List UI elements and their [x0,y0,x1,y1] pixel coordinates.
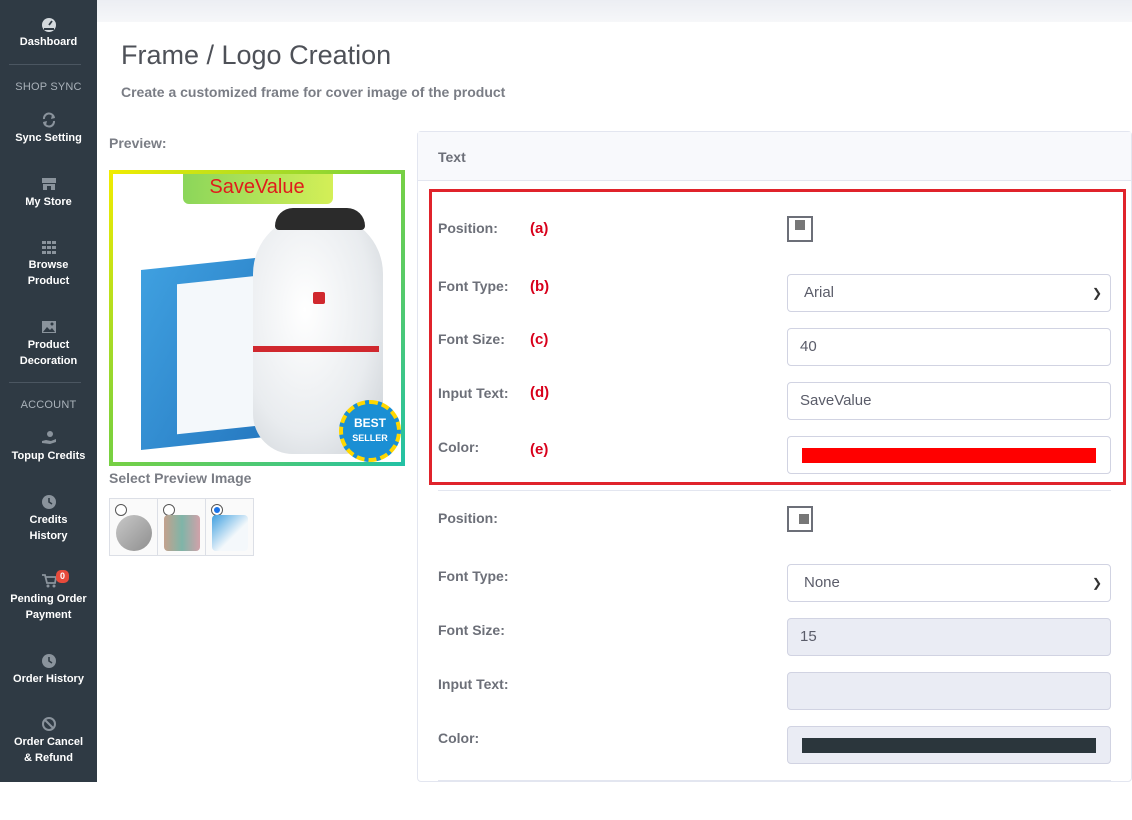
sidebar-heading-account: ACCOUNT [20,399,77,411]
preview-image: SaveValue BEST SELLER [113,174,401,462]
best-seller-seal: BEST SELLER [339,400,401,462]
color-label: Color: [438,730,480,746]
font-size-input[interactable]: 40 [787,328,1111,366]
product-device-top [275,208,365,230]
font-type-value: Arial [804,284,835,301]
position-picker[interactable] [787,216,813,242]
font-type-label: Font Type: [438,278,509,294]
sidebar-divider [9,382,81,383]
sidebar-item-order-cancel-refund[interactable]: Order Cancel & Refund [0,716,97,766]
marker-a: (a) [530,220,549,237]
thumbnail-picture [116,515,152,551]
font-size-input[interactable]: 15 [787,618,1111,656]
tachometer-icon [41,18,56,32]
seal-text: SELLER [352,433,388,443]
thumbnail-radio[interactable] [115,504,127,516]
sidebar-item-label: Payment [25,609,72,621]
font-type-select[interactable]: None ❯ [787,564,1111,602]
ban-icon [41,717,56,731]
font-size-label: Font Size: [438,331,505,347]
preview-label: Preview: [109,135,167,151]
pending-count-badge: 0 [56,570,70,583]
select-preview-label: Select Preview Image [109,470,252,486]
input-text-label: Input Text: [438,676,509,692]
preview-image-frame: SaveValue BEST SELLER [109,170,405,466]
sidebar-item-label: Browse [28,259,69,271]
sidebar-item-my-store[interactable]: My Store [0,176,97,210]
sidebar-item-browse-product[interactable]: Browse Product [0,239,97,289]
sidebar-item-sync-setting[interactable]: Sync Setting [0,112,97,146]
grid-icon [41,241,56,254]
color-swatch [802,448,1096,463]
section-divider [438,490,1111,491]
card-header: Text [418,132,1131,181]
sidebar-item-label: Decoration [19,355,78,367]
sidebar-item-label: Product [27,275,70,287]
card-header-title: Text [438,149,466,165]
sidebar-heading-shop-sync: SHOP SYNC [15,81,82,93]
sidebar-item-label: Order History [13,673,84,685]
font-size-label: Font Size: [438,622,505,638]
font-type-select[interactable]: Arial ❯ [787,274,1111,312]
sidebar-item-label: Sync Setting [15,132,82,144]
thumbnail-picture [164,515,200,551]
sidebar-item-label: Credits [29,514,68,526]
sidebar-item-pending-order-payment[interactable]: 0 Pending Order Payment [0,570,97,623]
font-type-value: None [804,574,840,591]
marker-b: (b) [530,278,550,295]
preview-thumbnail[interactable] [109,498,158,556]
preview-thumbnails [109,498,254,556]
position-label: Position: [438,510,498,526]
page-subtitle: Create a customized frame for cover imag… [121,84,506,100]
chevron-down-icon: ❯ [1091,576,1102,590]
font-type-label: Font Type: [438,568,509,584]
color-picker[interactable] [787,436,1111,474]
color-picker[interactable] [787,726,1111,764]
color-swatch [802,738,1096,753]
clock-icon [41,495,56,509]
position-picker[interactable] [787,506,813,532]
section-divider [438,780,1111,781]
cart-icon [41,574,57,588]
sidebar-divider [9,64,81,65]
preview-overlay-text: SaveValue [209,176,305,198]
sidebar-item-label: Order Cancel [13,736,84,748]
store-icon [41,178,56,190]
sidebar-item-label: My Store [25,196,72,208]
sidebar: Dashboard SHOP SYNC Sync Setting My Stor… [0,0,97,782]
sync-icon [42,112,55,128]
clock-icon [41,654,56,668]
sidebar-item-label: Pending Order [10,593,87,605]
sidebar-item-order-history[interactable]: Order History [0,653,97,687]
sidebar-item-dashboard[interactable]: Dashboard [0,16,97,50]
sidebar-item-topup-credits[interactable]: Topup Credits [0,430,97,464]
seal-text: BEST [353,416,386,430]
sidebar-item-label: History [29,530,68,542]
marker-c: (c) [530,331,549,348]
sidebar-item-label: Topup Credits [11,450,86,462]
input-text-field[interactable]: SaveValue [787,382,1111,420]
preview-thumbnail[interactable] [157,498,206,556]
page-title: Frame / Logo Creation [121,40,392,70]
input-text-field[interactable] [787,672,1111,710]
chevron-down-icon: ❯ [1091,286,1102,300]
sidebar-item-credits-history[interactable]: Credits History [0,494,97,544]
hand-coin-icon [41,431,56,444]
sidebar-item-label: & Refund [24,752,73,764]
sidebar-item-label: Dashboard [19,36,78,48]
topbar [97,0,1132,22]
product-device-stripe [253,346,379,352]
position-label: Position: [438,220,498,236]
input-text-label: Input Text: [438,385,509,401]
color-label: Color: [438,439,480,455]
marker-d: (d) [530,384,550,401]
preview-thumbnail[interactable] [205,498,254,556]
image-icon [41,321,56,333]
sidebar-item-label: Product [27,339,70,351]
marker-e: (e) [530,441,549,458]
product-device-button [313,292,325,304]
sidebar-item-product-decoration[interactable]: Product Decoration [0,319,97,369]
thumbnail-picture [212,515,248,551]
